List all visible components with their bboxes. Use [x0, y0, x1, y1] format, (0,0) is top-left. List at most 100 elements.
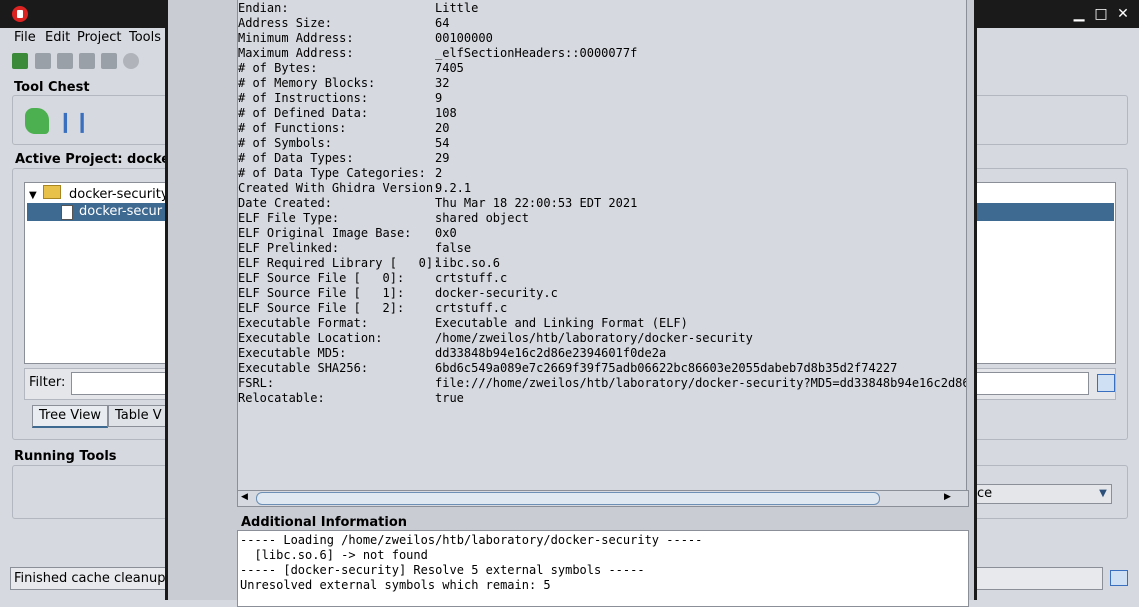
info-key: Date Created:	[238, 196, 332, 210]
info-key: ELF Source File [ 2]:	[238, 301, 405, 315]
import-file-icon[interactable]	[12, 53, 28, 69]
close-icon[interactable]: ✕	[1114, 5, 1132, 23]
chevron-down-icon[interactable]: ▼	[1095, 485, 1111, 503]
tree-root-node[interactable]: ▼ docker-security	[29, 185, 169, 203]
info-value: crtstuff.c	[435, 301, 508, 315]
running-tools-title: Running Tools	[14, 449, 117, 464]
tool-icon-2[interactable]	[57, 53, 73, 69]
info-row: Maximum Address: _elfSectionHeaders::0000…	[238, 46, 966, 61]
info-row: # of Memory Blocks: 32	[238, 76, 966, 91]
link-icon[interactable]	[123, 53, 139, 69]
info-row: # of Bytes: 7405	[238, 61, 966, 76]
info-row: Executable SHA256: 6bd6c549a089e7c2669f39…	[238, 361, 966, 376]
info-value: 9.2.1	[435, 181, 472, 195]
info-value: Executable and Linking Format (ELF)	[435, 316, 688, 330]
info-key: Executable SHA256:	[238, 361, 369, 375]
info-row: FSRL: file:///home/zweilos/htb/laboratory…	[238, 376, 966, 391]
workspace-dropdown[interactable]: ce ▼	[972, 484, 1112, 504]
tool-icon-1[interactable]	[35, 53, 51, 69]
info-key: # of Data Types:	[238, 151, 354, 165]
filter-options-icon[interactable]	[1097, 374, 1115, 392]
info-value: file:///home/zweilos/htb/laboratory/dock…	[435, 376, 966, 390]
info-value: dd33848b94e16c2d86e2394601f0de2a	[435, 346, 667, 360]
tool-icon-4[interactable]	[101, 53, 117, 69]
folder-icon	[42, 185, 61, 199]
file-icon	[61, 205, 73, 220]
info-key: Minimum Address:	[238, 31, 354, 45]
log-line: ----- [docker-security] Resolve 5 extern…	[240, 563, 645, 577]
info-value: /home/zweilos/htb/laboratory/docker-secu…	[435, 331, 753, 345]
info-value: 7405	[435, 61, 464, 75]
version-tracking-footprints-icon[interactable]: ❙❙	[57, 110, 91, 132]
info-row: # of Defined Data: 108	[238, 106, 966, 121]
info-value: 6bd6c549a089e7c2669f39f75adb06622bc86603…	[435, 361, 898, 375]
info-row: Address Size: 64	[238, 16, 966, 31]
info-value: shared object	[435, 211, 529, 225]
info-value: Little	[435, 1, 479, 15]
info-row: ELF Source File [ 2]: crtstuff.c	[238, 301, 966, 316]
info-row: Executable Location: /home/zweilos/htb/la…	[238, 331, 966, 346]
info-value: true	[435, 391, 464, 405]
info-key: Executable MD5:	[238, 346, 347, 360]
info-key: Executable Location:	[238, 331, 383, 345]
import-summary-text[interactable]: Endian: Little Address Size: 64 Minimum Addr…	[237, 0, 967, 490]
info-row: Executable Format: Executable and Linking…	[238, 316, 966, 331]
info-value: 32	[435, 76, 450, 90]
info-key: Endian:	[238, 1, 289, 15]
info-row: ELF Original Image Base: 0x0	[238, 226, 966, 241]
info-key: ELF Prelinked:	[238, 241, 340, 255]
info-key: ELF File Type:	[238, 211, 340, 225]
console-icon[interactable]	[1110, 570, 1128, 586]
code-browser-dragon-icon[interactable]	[25, 108, 49, 134]
info-row: Created With Ghidra Version: 9.2.1	[238, 181, 966, 196]
info-row: # of Data Types: 29	[238, 151, 966, 166]
info-row: ELF Required Library [ 0]: libc.so.6	[238, 256, 966, 271]
tab-table-view[interactable]: Table V	[108, 405, 169, 427]
info-row: Relocatable: true	[238, 391, 966, 406]
info-row: Executable MD5: dd33848b94e16c2d86e239460…	[238, 346, 966, 361]
scroll-right-icon[interactable]: ▶	[944, 491, 951, 504]
status-message: Finished cache cleanup	[10, 567, 167, 590]
info-value: docker-security.c	[435, 286, 558, 300]
info-value: false	[435, 241, 472, 255]
tree-root-label: docker-security	[68, 187, 169, 202]
info-row: Minimum Address: 00100000	[238, 31, 966, 46]
minimize-icon[interactable]: ▁	[1070, 5, 1088, 23]
info-key: Address Size:	[238, 16, 332, 30]
additional-info-title: Additional Information	[241, 515, 408, 530]
info-value: crtstuff.c	[435, 271, 508, 285]
info-key: # of Instructions:	[238, 91, 369, 105]
menu-edit[interactable]: Edit	[45, 30, 70, 45]
scrollbar-thumb[interactable]	[256, 492, 880, 505]
tool-icon-3[interactable]	[79, 53, 95, 69]
horizontal-scrollbar[interactable]: ◀ ▶	[237, 490, 969, 507]
info-row: # of Data Type Categories: 2	[238, 166, 966, 181]
info-row: ELF Source File [ 0]: crtstuff.c	[238, 271, 966, 286]
info-key: Executable Format:	[238, 316, 369, 330]
menu-project[interactable]: Project	[77, 30, 121, 45]
menu-tools[interactable]: Tools	[129, 30, 161, 45]
maximize-icon[interactable]: □	[1092, 5, 1110, 23]
info-key: # of Defined Data:	[238, 106, 369, 120]
info-key: FSRL:	[238, 376, 275, 390]
info-row: Date Created: Thu Mar 18 22:00:53 EDT 202…	[238, 196, 966, 211]
info-key: # of Bytes:	[238, 61, 318, 75]
expand-arrow-icon[interactable]: ▼	[29, 190, 37, 201]
tool-chest-title: Tool Chest	[14, 80, 90, 95]
log-line: Unresolved external symbols which remain…	[240, 578, 551, 592]
info-key: ELF Required Library [ 0]:	[238, 256, 441, 270]
info-key: ELF Source File [ 0]:	[238, 271, 405, 285]
info-value: 20	[435, 121, 450, 135]
info-key: Maximum Address:	[238, 46, 354, 60]
menu-file[interactable]: File	[14, 30, 36, 45]
info-key: # of Data Type Categories:	[238, 166, 426, 180]
info-row: # of Instructions: 9	[238, 91, 966, 106]
additional-info-log[interactable]: ----- Loading /home/zweilos/htb/laborato…	[237, 530, 969, 607]
filter-label: Filter:	[29, 375, 66, 390]
info-value: 9	[435, 91, 443, 105]
info-value: 64	[435, 16, 450, 30]
info-row: ELF Prelinked: false	[238, 241, 966, 256]
scroll-left-icon[interactable]: ◀	[241, 491, 248, 504]
tab-tree-view[interactable]: Tree View	[32, 405, 109, 428]
info-value: 00100000	[435, 31, 493, 45]
